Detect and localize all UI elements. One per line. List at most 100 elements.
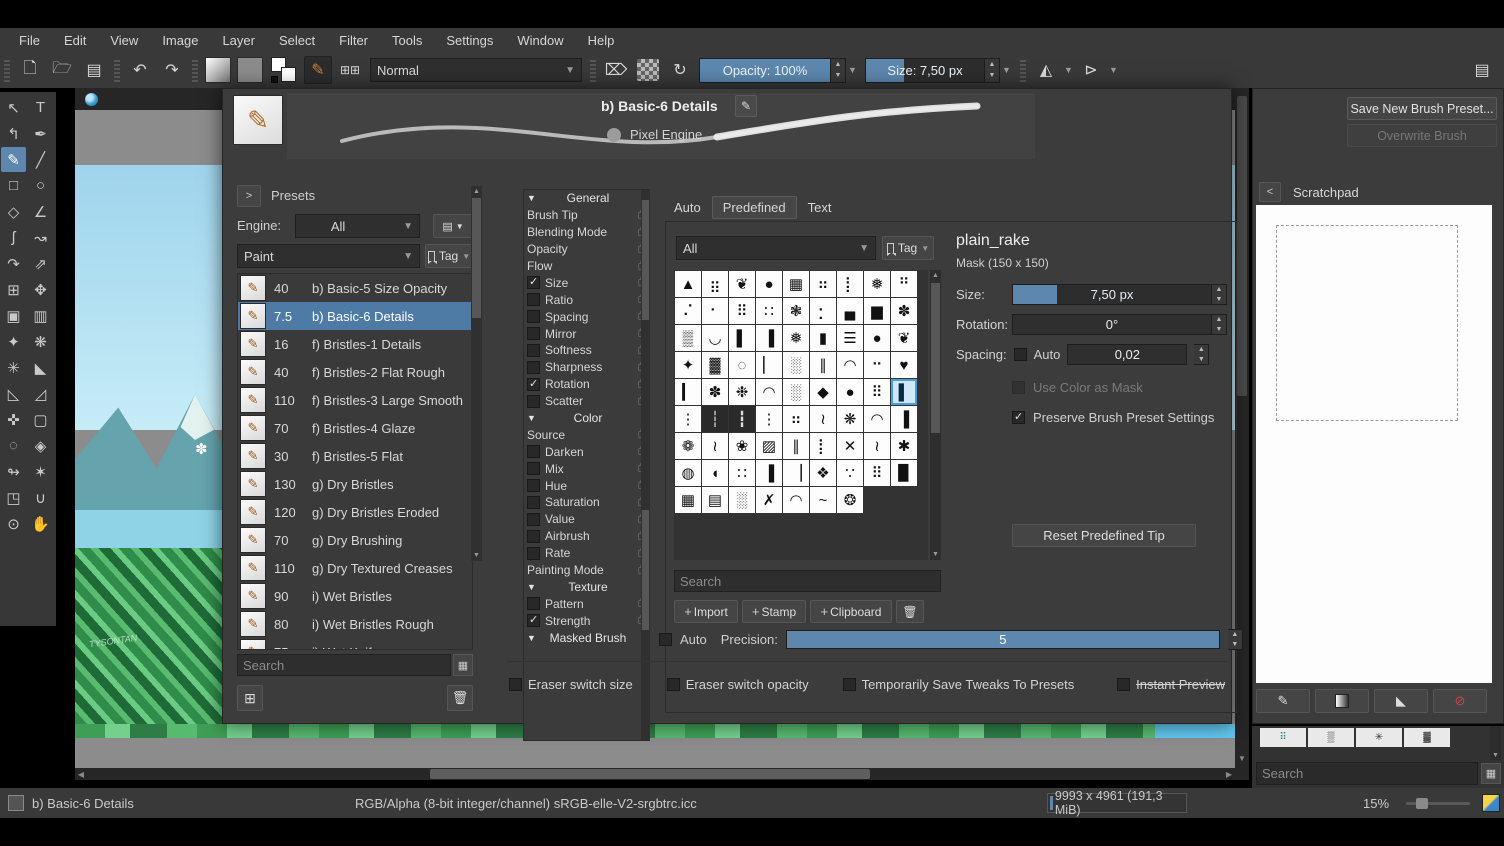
brushtip-cell[interactable]: ▐: [756, 460, 782, 486]
docker-thumb[interactable]: ▒: [1308, 728, 1354, 747]
menu-help[interactable]: Help: [577, 31, 626, 50]
tool-measure-icon[interactable]: ◿: [28, 381, 53, 406]
option-item-size[interactable]: Size: [524, 274, 649, 291]
brushtip-cell[interactable]: ▤: [702, 487, 728, 513]
brushtip-cell[interactable]: ✽: [891, 298, 917, 324]
preset-row[interactable]: ✎40f) Bristles-2 Flat Rough: [238, 358, 472, 386]
brushtip-cell[interactable]: ❖: [810, 460, 836, 486]
option-checkbox[interactable]: [527, 327, 540, 340]
reset-predefined-tip-button[interactable]: Reset Predefined Tip: [1012, 524, 1196, 547]
brushtip-cell[interactable]: ▆: [864, 298, 890, 324]
brushtip-cell[interactable]: ∷: [756, 298, 782, 324]
spacing-auto-checkbox[interactable]: [1014, 348, 1027, 361]
zoom-slider-knob[interactable]: [1416, 798, 1428, 809]
size-dropdown-icon[interactable]: ▼: [1000, 58, 1013, 83]
tool-dynamic-brush-icon[interactable]: ↷: [1, 251, 26, 276]
preset-row[interactable]: ✎80i) Wet Bristles Rough: [238, 610, 472, 638]
brushtip-cell[interactable]: ░: [783, 379, 809, 405]
brushtip-cell[interactable]: ❦: [729, 271, 755, 297]
option-checkbox[interactable]: [527, 378, 540, 391]
brushtip-cell[interactable]: ┇: [729, 406, 755, 432]
toolbar-grip[interactable]: [4, 58, 10, 82]
tool-zoom-icon[interactable]: ⊙: [1, 511, 26, 536]
menu-settings[interactable]: Settings: [435, 31, 504, 50]
option-item-value[interactable]: Value: [524, 511, 649, 528]
pattern-chooser[interactable]: [237, 57, 263, 83]
brushtip-cell[interactable]: ⣶: [702, 271, 728, 297]
mirror-v-dropdown-icon[interactable]: ▼: [1107, 58, 1120, 83]
option-checkbox[interactable]: [527, 344, 540, 357]
preset-row[interactable]: ✎70g) Dry Brushing: [238, 526, 472, 554]
brushtip-cell[interactable]: ◠: [756, 379, 782, 405]
option-checkbox[interactable]: [527, 361, 540, 374]
option-item-flow[interactable]: Flow: [524, 258, 649, 275]
option-item-painting-mode[interactable]: Painting Mode: [524, 562, 649, 579]
tool-multibrush-icon[interactable]: ⇗: [28, 251, 53, 276]
option-item-ratio[interactable]: Ratio: [524, 291, 649, 308]
tool-gradient-icon[interactable]: ▥: [28, 303, 53, 328]
eraser-switch-opacity-checkbox[interactable]: [667, 678, 680, 691]
brushtip-cell[interactable]: ◡: [702, 325, 728, 351]
option-checkbox[interactable]: [527, 462, 540, 475]
scratchpad-paint-button[interactable]: ✎: [1256, 689, 1310, 713]
opacity-dropdown-icon[interactable]: ▼: [846, 58, 859, 83]
preset-row[interactable]: ✎70f) Bristles-4 Glaze: [238, 414, 472, 442]
option-item-source[interactable]: Source: [524, 426, 649, 443]
brushtip-cell[interactable]: ❅: [783, 325, 809, 351]
new-document-icon[interactable]: 🗋: [16, 56, 44, 84]
brushtip-cell[interactable]: ⠿: [864, 379, 890, 405]
preset-row[interactable]: ✎30f) Bristles-5 Flat: [238, 442, 472, 470]
option-checkbox[interactable]: [527, 310, 540, 323]
docker-preset-thumbnails[interactable]: ⠿▒✳▓: [1260, 728, 1450, 747]
brushtip-cell[interactable]: ≀: [702, 433, 728, 459]
preset-list-scrollbar[interactable]: ▲▼: [471, 186, 482, 561]
tool-similar-select-icon[interactable]: ◳: [1, 485, 26, 510]
docker-scrollbar[interactable]: ▼: [1490, 726, 1501, 760]
preset-list[interactable]: ✎40b) Basic-5 Size Opacity✎7.5b) Basic-6…: [237, 273, 473, 650]
tool-calligraphy-icon[interactable]: ✒: [28, 121, 53, 146]
use-color-checkbox[interactable]: [1012, 381, 1025, 394]
option-item-opacity[interactable]: Opacity: [524, 241, 649, 258]
docker-thumb[interactable]: ✳: [1356, 728, 1402, 747]
scratchpad-canvas[interactable]: [1256, 205, 1492, 683]
tip-spacing-slider[interactable]: 0,02: [1067, 344, 1187, 365]
tool-color-sampler-icon[interactable]: ✦: [1, 329, 26, 354]
brush-editor-toggle[interactable]: ✎: [304, 56, 332, 84]
tab-text[interactable]: Text: [797, 196, 843, 219]
hscroll-left-icon[interactable]: ◀: [75, 768, 87, 780]
option-checkbox[interactable]: [527, 479, 540, 492]
option-item-softness[interactable]: Softness: [524, 342, 649, 359]
brushtip-cell[interactable]: ▉: [891, 460, 917, 486]
tag-filter-select[interactable]: Paint▼: [237, 244, 420, 268]
brushtip-cell[interactable]: ⡂: [810, 298, 836, 324]
option-checkbox[interactable]: [527, 276, 540, 289]
blending-mode-select[interactable]: Normal▼: [370, 58, 582, 82]
tool-freehand-select-icon[interactable]: ↬: [1, 459, 26, 484]
menu-edit[interactable]: Edit: [53, 31, 97, 50]
brushtip-cell[interactable]: ▏: [756, 352, 782, 378]
instant-preview-checkbox[interactable]: [1117, 678, 1130, 691]
statusbar-dimensions[interactable]: 9993 x 4961 (191,3 MiB): [1047, 793, 1187, 813]
docker-search-input[interactable]: Search: [1256, 762, 1478, 785]
menu-image[interactable]: Image: [151, 31, 209, 50]
brushtip-cell[interactable]: ◠: [837, 352, 863, 378]
menu-view[interactable]: View: [99, 31, 149, 50]
brushtip-cell[interactable]: ⠂: [702, 298, 728, 324]
brushtip-cell[interactable]: ⠶: [783, 406, 809, 432]
tool-reference-images-icon[interactable]: ✜: [1, 407, 26, 432]
brushtip-cell[interactable]: ◌: [729, 352, 755, 378]
tool-crop-icon[interactable]: ▣: [1, 303, 26, 328]
preset-row[interactable]: ✎16f) Bristles-1 Details: [238, 330, 472, 358]
tool-ellipse-select-icon[interactable]: ◌: [1, 433, 26, 458]
option-item-mirror[interactable]: Mirror: [524, 325, 649, 342]
option-section-color[interactable]: ▼Color: [524, 410, 649, 427]
menu-tools[interactable]: Tools: [381, 31, 433, 50]
brushtip-cell[interactable]: ▒: [675, 325, 701, 351]
preset-row[interactable]: ✎40b) Basic-5 Size Opacity: [238, 274, 472, 302]
option-item-rotation[interactable]: Rotation: [524, 376, 649, 393]
brushtip-cell[interactable]: ✱: [891, 433, 917, 459]
brushtip-cell[interactable]: ●: [864, 325, 890, 351]
tool-polygon-icon[interactable]: ◇: [1, 199, 26, 224]
fg-bg-colors[interactable]: [269, 56, 299, 84]
add-resource-button[interactable]: ⊞: [237, 685, 263, 711]
